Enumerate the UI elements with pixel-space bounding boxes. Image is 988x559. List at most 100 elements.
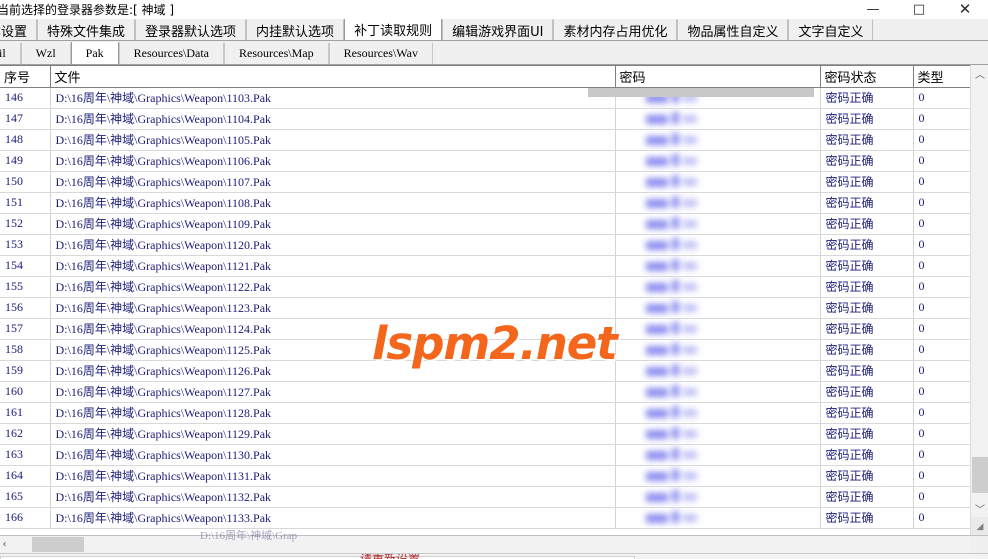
vertical-scrollbar[interactable]: ︿ ﹀ ◢ — [970, 65, 988, 535]
table-row[interactable]: 152 D:\16周年\神域\Graphics\Weapon\1109.Pak 密码… — [0, 213, 971, 235]
cell-pwd — [615, 171, 821, 193]
column-header-pwd[interactable]: 密码 — [615, 66, 821, 88]
cell-state: 密码正确 — [820, 444, 914, 466]
minimize-icon[interactable]: — — [850, 0, 896, 19]
cell-type: 0 — [913, 507, 971, 529]
table-row[interactable]: 151 D:\16周年\神域\Graphics\Weapon\1108.Pak 密码… — [0, 192, 971, 214]
subtab-0[interactable]: il — [0, 43, 21, 64]
table-row[interactable]: 164 D:\16周年\神域\Graphics\Weapon\1131.Pak 密码… — [0, 465, 971, 487]
table-row[interactable]: 165 D:\16周年\神域\Graphics\Weapon\1132.Pak 密码… — [0, 486, 971, 508]
table-row[interactable]: 166 D:\16周年\神域\Graphics\Weapon\1133.Pak 密码… — [0, 507, 971, 529]
window-title: 当前选择的登录器参数是:[ 神域 ] — [0, 3, 175, 17]
censored-password — [645, 321, 701, 337]
cell-pwd — [615, 255, 821, 277]
table-row[interactable]: 159 D:\16周年\神域\Graphics\Weapon\1126.Pak 密码… — [0, 360, 971, 382]
cell-file: D:\16周年\神域\Graphics\Weapon\1106.Pak — [50, 150, 616, 172]
cell-pwd — [615, 213, 821, 235]
vertical-scroll-thumb[interactable] — [972, 457, 988, 493]
cell-pwd — [615, 339, 821, 361]
cell-file: D:\16周年\神域\Graphics\Weapon\1125.Pak — [50, 339, 616, 361]
tab-2[interactable]: 登录器默认选项 — [135, 19, 247, 40]
cell-pwd — [615, 423, 821, 445]
cell-type: 0 — [913, 297, 971, 319]
column-header-state[interactable]: 密码状态 — [820, 66, 914, 88]
table-row[interactable]: 153 D:\16周年\神域\Graphics\Weapon\1120.Pak 密码… — [0, 234, 971, 256]
table-row[interactable]: 150 D:\16周年\神域\Graphics\Weapon\1107.Pak 密码… — [0, 171, 971, 193]
table-row[interactable]: 157 D:\16周年\神域\Graphics\Weapon\1124.Pak 密码… — [0, 318, 971, 340]
tab-3[interactable]: 内挂默认选项 — [246, 19, 345, 40]
table-row[interactable]: 147 D:\16周年\神域\Graphics\Weapon\1104.Pak 密码… — [0, 108, 971, 130]
censored-password — [645, 489, 701, 505]
close-icon[interactable]: ✕ — [942, 0, 988, 19]
table-row[interactable]: 149 D:\16周年\神域\Graphics\Weapon\1106.Pak 密码… — [0, 150, 971, 172]
column-header-type[interactable]: 类型 — [913, 66, 971, 88]
resize-grip-icon[interactable]: ◢ — [971, 517, 988, 535]
file-list-grid[interactable]: 序号 文件 密码 密码状态 类型 146 D:\16周年\神域\Graphics\Weap… — [0, 65, 988, 535]
censored-password — [645, 468, 701, 484]
subtab-5[interactable]: Resources\Wav — [328, 43, 433, 64]
tab-0[interactable]: 本设置 — [0, 19, 38, 40]
table-row[interactable]: 155 D:\16周年\神域\Graphics\Weapon\1122.Pak 密码… — [0, 276, 971, 298]
cell-state: 密码正确 — [820, 486, 914, 508]
cell-state: 密码正确 — [820, 507, 914, 529]
cell-idx: 162 — [0, 423, 51, 445]
censored-password — [645, 111, 701, 127]
cell-pwd — [615, 318, 821, 340]
cell-state: 密码正确 — [820, 339, 914, 361]
table-row[interactable]: 158 D:\16周年\神域\Graphics\Weapon\1125.Pak 密码… — [0, 339, 971, 361]
column-header-file[interactable]: 文件 — [50, 66, 616, 88]
tab-7[interactable]: 物品属性自定义 — [677, 19, 789, 40]
cell-idx: 161 — [0, 402, 51, 424]
table-row[interactable]: 154 D:\16周年\神域\Graphics\Weapon\1121.Pak 密码… — [0, 255, 971, 277]
cell-type: 0 — [913, 486, 971, 508]
cell-idx: 157 — [0, 318, 51, 340]
cell-type: 0 — [913, 150, 971, 172]
table-row[interactable]: 156 D:\16周年\神域\Graphics\Weapon\1123.Pak 密码… — [0, 297, 971, 319]
cell-file: D:\16周年\神域\Graphics\Weapon\1131.Pak — [50, 465, 616, 487]
table-row[interactable]: 160 D:\16周年\神域\Graphics\Weapon\1127.Pak 密码… — [0, 381, 971, 403]
cell-pwd — [615, 234, 821, 256]
bottom-bar: ‹ 请重新设置 — [0, 535, 988, 559]
cell-idx: 151 — [0, 192, 51, 214]
table-row[interactable]: 163 D:\16周年\神域\Graphics\Weapon\1130.Pak 密码… — [0, 444, 971, 466]
subtab-1[interactable]: Wzl — [20, 43, 71, 64]
scroll-left-icon[interactable]: ‹ — [0, 536, 13, 553]
pak-file-table: 序号 文件 密码 密码状态 类型 146 D:\16周年\神域\Graphics\Weap… — [0, 66, 971, 529]
maximize-icon[interactable]: □ — [896, 0, 942, 19]
table-row[interactable]: 162 D:\16周年\神域\Graphics\Weapon\1129.Pak 密码… — [0, 423, 971, 445]
status-message: 请重新设置 — [360, 554, 420, 559]
tab-6[interactable]: 素材内存占用优化 — [553, 19, 678, 40]
censored-password — [645, 510, 701, 526]
cell-pwd — [615, 360, 821, 382]
cell-type: 0 — [913, 213, 971, 235]
scroll-down-icon[interactable]: ﹀ — [971, 500, 988, 517]
censored-password — [645, 132, 701, 148]
table-row[interactable]: 146 D:\16周年\神域\Graphics\Weapon\1103.Pak 密码… — [0, 87, 971, 109]
horizontal-scroll-thumb[interactable] — [32, 537, 84, 552]
tab-8[interactable]: 文字自定义 — [788, 19, 874, 40]
selection-band — [588, 88, 814, 97]
censored-password — [645, 153, 701, 169]
cell-state: 密码正确 — [820, 465, 914, 487]
cell-file: D:\16周年\神域\Graphics\Weapon\1120.Pak — [50, 234, 616, 256]
scroll-up-icon[interactable]: ︿ — [971, 65, 988, 82]
tab-5[interactable]: 编辑游戏界面UI — [442, 19, 554, 40]
subtab-2[interactable]: Pak — [70, 42, 119, 64]
tab-1[interactable]: 特殊文件集成 — [37, 19, 136, 40]
subtab-4[interactable]: Resources\Map — [223, 43, 329, 64]
horizontal-scrollbar[interactable]: ‹ — [0, 536, 970, 553]
subtab-3[interactable]: Resources\Data — [118, 43, 224, 64]
cell-state: 密码正确 — [820, 255, 914, 277]
cell-idx: 166 — [0, 507, 51, 529]
cell-idx: 152 — [0, 213, 51, 235]
cell-pwd — [615, 465, 821, 487]
table-row[interactable]: 148 D:\16周年\神域\Graphics\Weapon\1105.Pak 密码… — [0, 129, 971, 151]
table-row[interactable]: 161 D:\16周年\神域\Graphics\Weapon\1128.Pak 密码… — [0, 402, 971, 424]
censored-password — [645, 174, 701, 190]
cell-pwd — [615, 297, 821, 319]
tab-4[interactable]: 补丁读取规则 — [344, 19, 443, 40]
column-header-idx[interactable]: 序号 — [0, 66, 51, 88]
cell-state: 密码正确 — [820, 87, 914, 109]
cell-pwd — [615, 444, 821, 466]
cell-pwd — [615, 150, 821, 172]
